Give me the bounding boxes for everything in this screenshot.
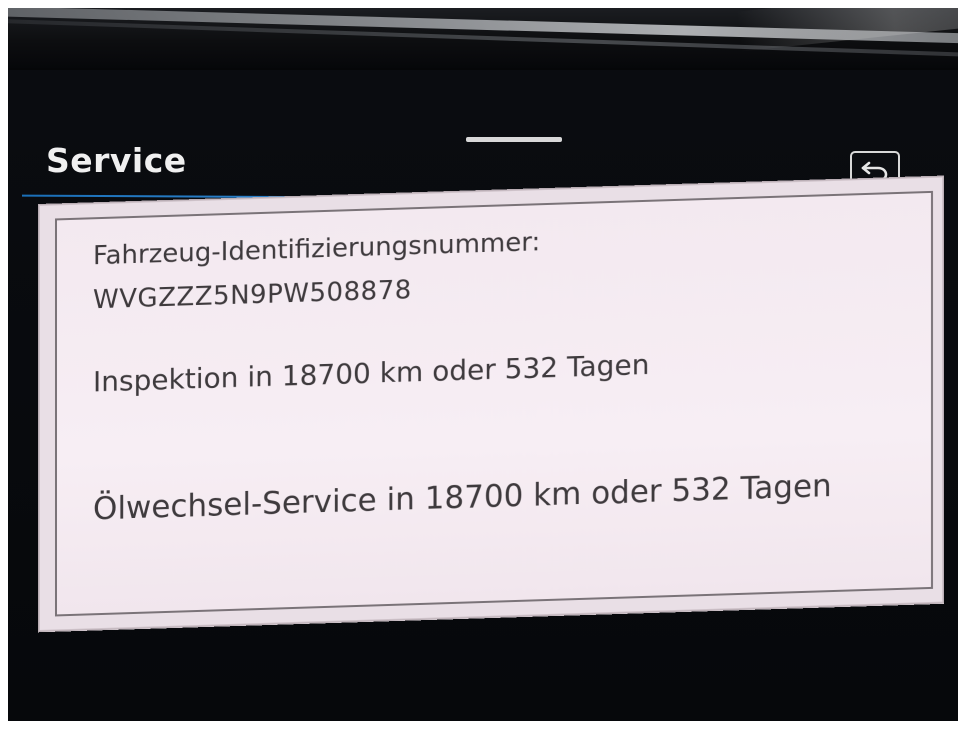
pull-down-handle[interactable]: [466, 137, 562, 142]
oil-change-due: Ölwechsel-Service in 18700 km oder 532 T…: [93, 468, 832, 528]
page-title: Service: [46, 141, 187, 180]
display-photo: Service Fahrzeug-Identifizierungsnummer:…: [8, 8, 958, 721]
service-info-panel: Fahrzeug-Identifizierungsnummer: WVGZZZ5…: [38, 175, 944, 632]
vin-value: WVGZZZ5N9PW508878: [93, 275, 412, 316]
vin-label: Fahrzeug-Identifizierungsnummer:: [93, 227, 541, 272]
service-info-box: Fahrzeug-Identifizierungsnummer: WVGZZZ5…: [55, 190, 933, 617]
inspection-due: Inspektion in 18700 km oder 532 Tagen: [93, 347, 650, 399]
